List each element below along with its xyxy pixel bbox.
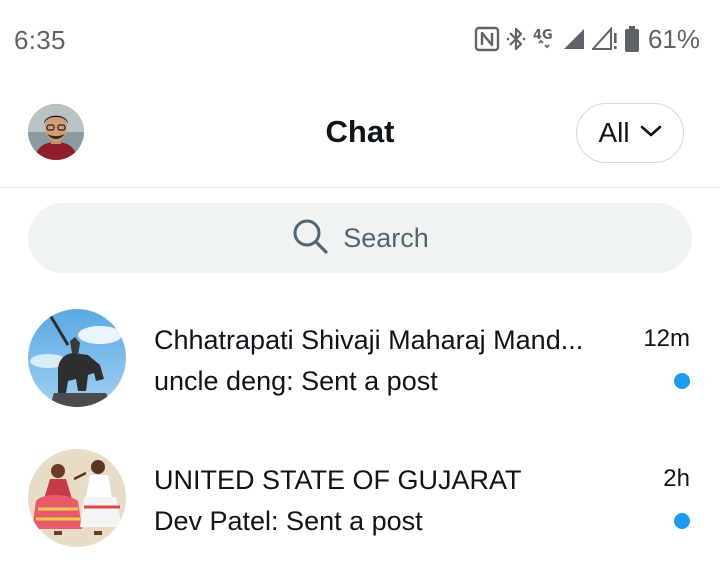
search-placeholder: Search <box>343 222 429 253</box>
chat-time: 12m <box>643 325 690 352</box>
chevron-down-icon <box>640 124 662 143</box>
battery-icon <box>624 25 640 53</box>
filter-dropdown-button[interactable]: All <box>576 103 684 163</box>
bluetooth-icon <box>506 26 526 52</box>
chat-name: UNITED STATE OF GUJARAT <box>154 465 522 495</box>
chat-list-item[interactable]: UNITED STATE OF GUJARAT 2h Dev Patel: Se… <box>0 449 720 575</box>
search-icon <box>291 217 329 260</box>
svg-text:4G: 4G <box>533 28 553 43</box>
unread-indicator <box>674 373 690 389</box>
chat-name: Chhatrapati Shivaji Maharaj Mand... <box>154 325 584 355</box>
signal-icon <box>562 27 586 51</box>
battery-percent: 61% <box>647 23 700 54</box>
nfc-icon <box>474 26 500 52</box>
chat-preview: Dev Patel: Sent a post <box>154 506 423 536</box>
chat-list-item[interactable]: Chhatrapati Shivaji Maharaj Mand... 12m … <box>0 309 720 435</box>
signal-no-data-icon <box>591 27 618 51</box>
filter-label: All <box>598 117 630 148</box>
chat-time: 2h <box>663 465 690 492</box>
chat-preview: uncle deng: Sent a post <box>154 366 438 396</box>
group-avatar <box>28 309 126 407</box>
unread-indicator <box>674 513 690 529</box>
group-avatar <box>28 449 126 547</box>
status-time: 6:35 <box>14 25 66 55</box>
search-input[interactable]: Search <box>28 203 692 273</box>
status-icons: 4G 61% <box>474 24 700 54</box>
chat-header: Chat All <box>0 78 720 188</box>
4g-icon: 4G <box>532 26 556 52</box>
status-bar: 6:35 4G 61% <box>0 0 720 78</box>
